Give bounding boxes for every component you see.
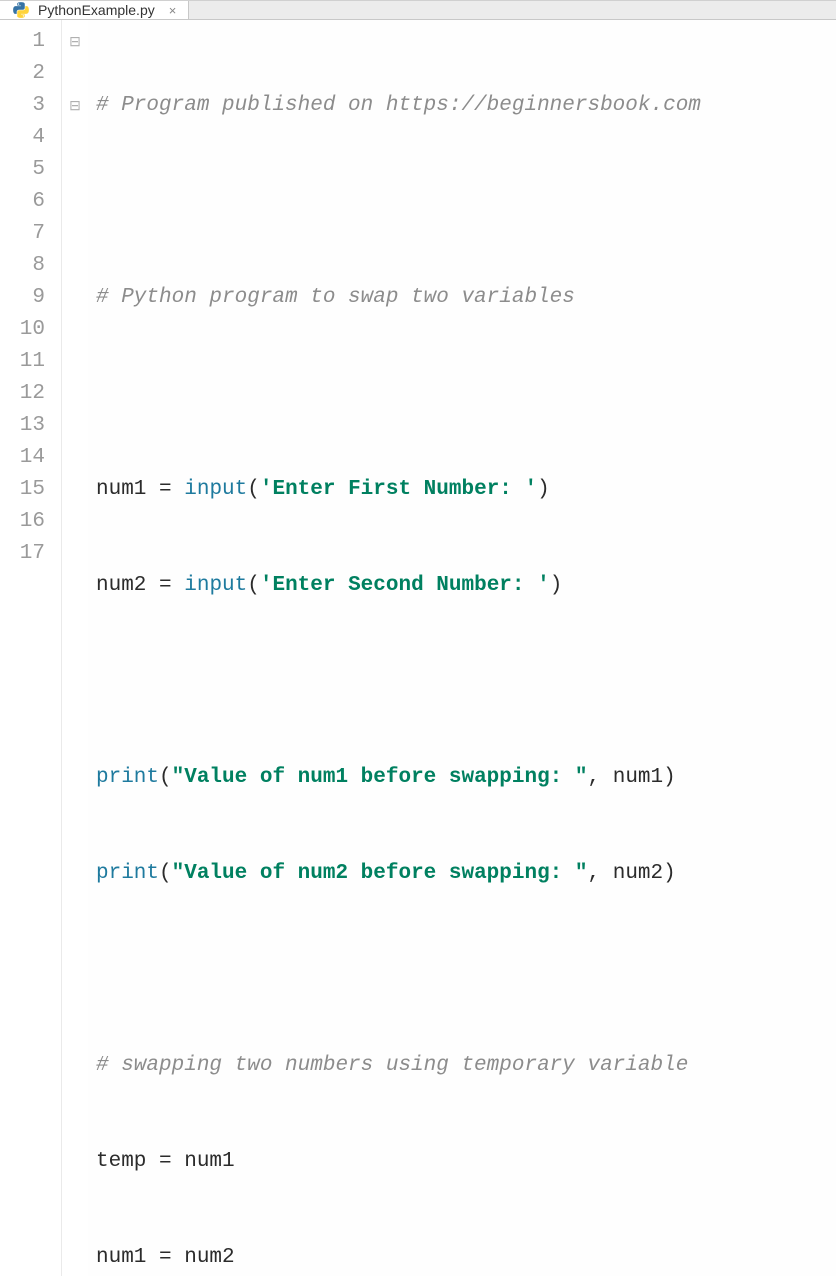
- code-line: temp = num1: [96, 1146, 836, 1178]
- line-number: 5: [0, 154, 61, 186]
- line-number: 9: [0, 282, 61, 314]
- code-content[interactable]: # Program published on https://beginners…: [88, 20, 836, 1276]
- editor-container: PythonExample.py × 1 2 3 4 5 6 7 8 9 10 …: [0, 0, 836, 638]
- line-number: 7: [0, 218, 61, 250]
- code-line: [96, 186, 836, 218]
- python-icon: [12, 1, 30, 19]
- line-number: 8: [0, 250, 61, 282]
- line-number: 13: [0, 410, 61, 442]
- line-number: 11: [0, 346, 61, 378]
- code-line: num1 = input('Enter First Number: '): [96, 474, 836, 506]
- code-area[interactable]: 1 2 3 4 5 6 7 8 9 10 11 12 13 14 15 16 1…: [0, 20, 836, 1276]
- tab-bar: PythonExample.py ×: [0, 1, 836, 20]
- tab-filename: PythonExample.py: [38, 2, 155, 18]
- line-number: 10: [0, 314, 61, 346]
- code-line: [96, 666, 836, 698]
- line-number: 15: [0, 474, 61, 506]
- line-number: 1: [0, 26, 61, 58]
- fold-marker[interactable]: ⊟: [62, 90, 88, 122]
- line-number: 4: [0, 122, 61, 154]
- code-line: [96, 954, 836, 986]
- line-number: 17: [0, 538, 61, 570]
- fold-column: ⊟ ⊟: [62, 20, 88, 1276]
- line-number: 16: [0, 506, 61, 538]
- code-line: [96, 378, 836, 410]
- code-line: print("Value of num2 before swapping: ",…: [96, 858, 836, 890]
- code-line: print("Value of num1 before swapping: ",…: [96, 762, 836, 794]
- line-number: 14: [0, 442, 61, 474]
- line-number: 3: [0, 90, 61, 122]
- code-line: # Python program to swap two variables: [96, 282, 836, 314]
- code-line: num1 = num2: [96, 1242, 836, 1274]
- code-line: num2 = input('Enter Second Number: '): [96, 570, 836, 602]
- file-tab[interactable]: PythonExample.py ×: [0, 1, 189, 19]
- close-icon[interactable]: ×: [169, 3, 177, 18]
- line-number: 12: [0, 378, 61, 410]
- fold-marker[interactable]: ⊟: [62, 26, 88, 58]
- line-number-gutter: 1 2 3 4 5 6 7 8 9 10 11 12 13 14 15 16 1…: [0, 20, 62, 1276]
- line-number: 2: [0, 58, 61, 90]
- line-number: 6: [0, 186, 61, 218]
- code-line: # swapping two numbers using temporary v…: [96, 1050, 836, 1082]
- code-line: # Program published on https://beginners…: [96, 90, 836, 122]
